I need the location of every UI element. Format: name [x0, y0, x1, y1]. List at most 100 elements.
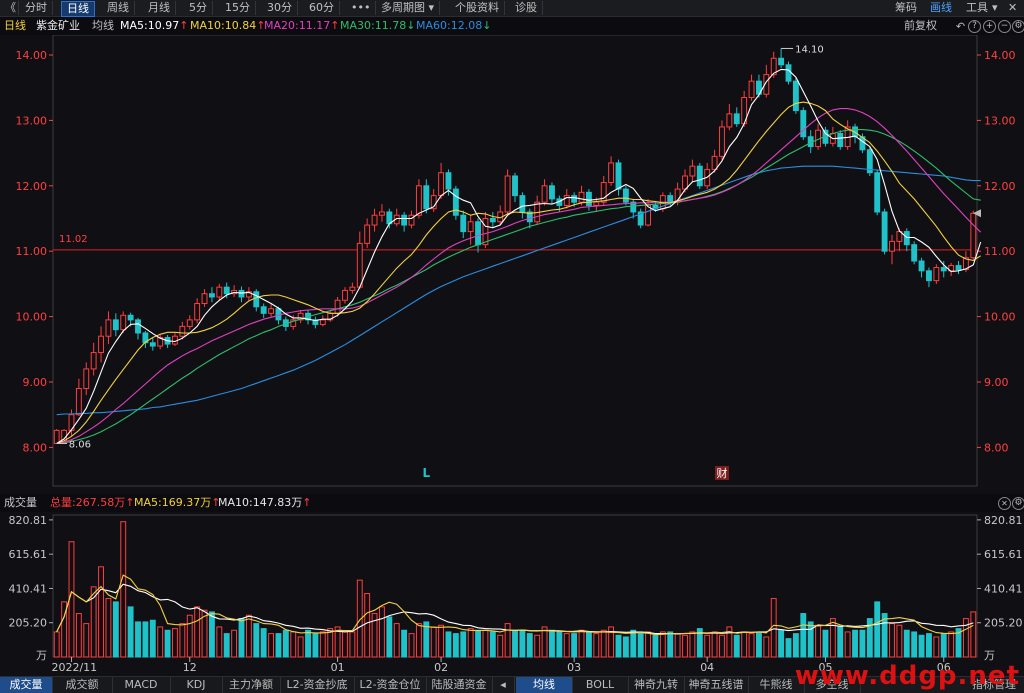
volume-bar: [615, 634, 622, 658]
volume-bar: [445, 631, 452, 658]
ma20-line: [56, 108, 982, 445]
tab-indicator-8[interactable]: 均线: [516, 677, 573, 693]
adjust-dropdown[interactable]: 前复权: [904, 17, 937, 35]
candle-body: [918, 260, 925, 272]
ma60-line: [56, 165, 981, 416]
volume-bar: [807, 621, 814, 658]
chips-button[interactable]: 筹码: [895, 1, 917, 15]
candle-body: [874, 172, 881, 213]
candle-body: [903, 231, 910, 246]
volume-bar: [874, 601, 881, 658]
draw-line-button[interactable]: 画线: [930, 1, 952, 15]
volume-bar: [541, 626, 548, 658]
date-label-0: 2022/11: [51, 661, 97, 674]
close-icon[interactable]: ✕: [1008, 1, 1017, 15]
candle-body: [970, 212, 977, 259]
tab-indicator-10[interactable]: 神奇九转: [628, 677, 685, 693]
help-icon[interactable]: ?: [968, 20, 981, 33]
candle-body: [438, 172, 445, 197]
tab-period-5[interactable]: 15分: [220, 1, 256, 15]
candle-body: [615, 162, 622, 190]
tab-period-6[interactable]: 30分: [262, 1, 298, 15]
volume-bar: [408, 633, 415, 658]
volume-bar: [142, 621, 149, 658]
diagnose-button[interactable]: 诊股: [510, 1, 543, 15]
volume-bar: [844, 631, 851, 658]
tools-caret-icon[interactable]: ▾: [992, 1, 998, 15]
ma-mode-label[interactable]: 均线: [92, 17, 114, 35]
volume-bar: [430, 626, 437, 658]
volume-bar: [504, 623, 511, 658]
tab-indicator-7[interactable]: 陆股通资金: [426, 677, 493, 693]
tab-indicator-1[interactable]: 成交额: [52, 677, 113, 693]
back-arrow-icon[interactable]: ↶: [954, 20, 967, 33]
tab-period-2[interactable]: 周线: [102, 1, 135, 15]
volume-ma10: MA10:147.83万↑: [218, 496, 312, 509]
volume-bar: [852, 629, 858, 658]
volume-bar: [290, 631, 297, 658]
candle-body: [342, 289, 348, 301]
back-icon[interactable]: 《: [0, 1, 19, 15]
candle-body: [785, 64, 792, 82]
volume-bar: [319, 631, 326, 658]
tab-period-0[interactable]: 分时: [20, 1, 53, 15]
stock-info-button[interactable]: 个股资料: [450, 1, 505, 15]
volume-bar: [822, 629, 829, 658]
settings-icon[interactable]: ⚙: [1012, 20, 1024, 33]
tab-indicator-11[interactable]: 神奇五线谱: [684, 677, 749, 693]
volume-settings-icon[interactable]: ⚙: [1012, 497, 1024, 510]
zoom-out-icon[interactable]: −: [998, 20, 1011, 33]
candle-body: [179, 325, 186, 337]
candle-body: [519, 195, 526, 213]
zoom-in-icon[interactable]: +: [983, 20, 996, 33]
volume-bar: [452, 633, 459, 658]
candle-body: [186, 319, 193, 327]
volume-bar: [526, 633, 533, 658]
volume-bar: [578, 629, 585, 658]
max-price-label: 14.10: [795, 44, 824, 55]
multi-period-dropdown[interactable]: 多周期图 ▾: [376, 1, 441, 15]
candle-body: [881, 211, 888, 252]
tab-period-3[interactable]: 月线: [143, 1, 176, 15]
volume-bar: [223, 633, 230, 658]
volume-chart[interactable]: 820.81 820.81 615.61 615.61 410.41 410.41 205.…: [0, 512, 1024, 676]
date-label-3: 02: [434, 661, 448, 674]
volume-bar: [127, 606, 134, 658]
volume-bar: [482, 629, 489, 658]
volume-bar: [556, 631, 563, 658]
ma30-line: [56, 129, 981, 445]
candle-body: [371, 214, 378, 226]
volume-bar: [711, 631, 718, 658]
volume-bar: [98, 566, 104, 658]
tab-period-4[interactable]: 5分: [184, 1, 213, 15]
tab-indicator-5[interactable]: L2-资金抄底: [280, 677, 355, 693]
close-volume-icon[interactable]: ✕: [998, 497, 1011, 510]
volume-bar: [637, 631, 644, 658]
volume-bar: [778, 629, 785, 658]
volume-bar: [940, 633, 947, 658]
price-tick-label-left-1: 13.00: [16, 114, 48, 127]
tab-indicator-4[interactable]: 主力净额: [222, 677, 281, 693]
tab-indicator-6[interactable]: L2-资金仓位: [354, 677, 427, 693]
volume-bar: [933, 636, 940, 658]
tab-period-7[interactable]: 60分: [304, 1, 340, 15]
tabs-prev-icon[interactable]: ◂: [492, 677, 515, 693]
tab-period-1[interactable]: 日线: [61, 1, 95, 17]
tab-indicator-9[interactable]: BOLL: [572, 677, 629, 693]
period-label: 日线: [4, 19, 26, 32]
tab-indicator-3[interactable]: KDJ: [170, 677, 223, 693]
candle-body: [585, 191, 592, 206]
event-marker-1: 财: [716, 466, 727, 480]
ma60-value: MA60:12.08↓: [416, 19, 492, 32]
candle-body: [926, 270, 932, 282]
volume-tick-label-left-3: 205.20: [9, 617, 48, 630]
candle-body: [955, 265, 962, 271]
volume-tick-label-right-1: 615.61: [984, 548, 1023, 561]
price-chart[interactable]: 14.00 14.00 13.00 13.00 12.00 12.00 11.00 11.00…: [0, 35, 1024, 494]
volume-bar: [83, 623, 90, 658]
tab-indicator-2[interactable]: MACD: [112, 677, 171, 693]
more-periods-button[interactable]: •••: [346, 1, 377, 15]
candle-body: [600, 182, 607, 203]
tools-button[interactable]: 工具: [966, 1, 988, 15]
tab-indicator-0[interactable]: 成交量: [0, 677, 53, 693]
